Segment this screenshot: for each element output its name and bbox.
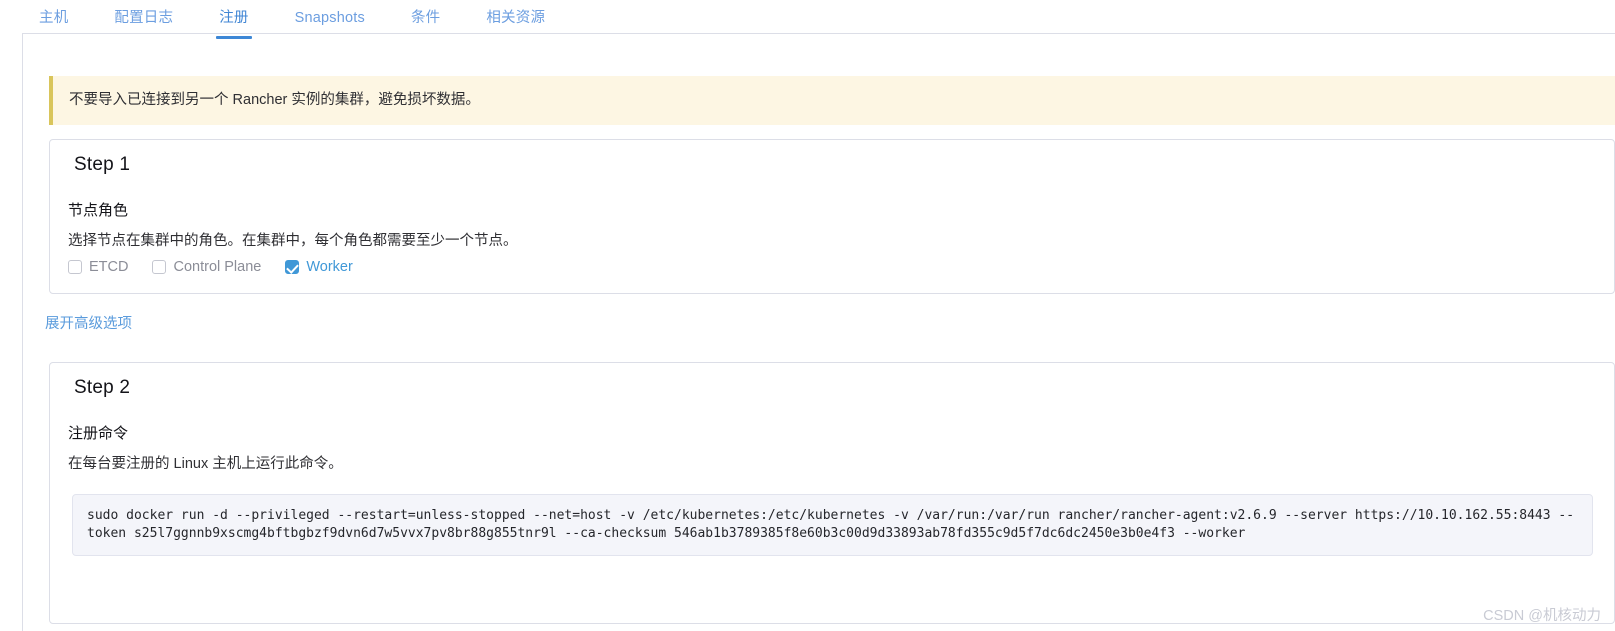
tab-related-resources[interactable]: 相关资源 — [486, 0, 545, 38]
main-content: 不要导入已连接到另一个 Rancher 实例的集群，避免损坏数据。 Step 1… — [23, 34, 1615, 631]
checkbox-control-plane-label: Control Plane — [173, 259, 262, 275]
checkbox-worker-label: Worker — [306, 259, 353, 275]
tab-config-logs[interactable]: 配置日志 — [114, 0, 173, 38]
step2-title: Step 2 — [74, 377, 131, 398]
registration-command-code[interactable]: sudo docker run -d --privileged --restar… — [72, 494, 1593, 556]
tab-bar: 主机 配置日志 注册 Snapshots 条件 相关资源 — [23, 0, 1615, 38]
registration-command-label: 注册命令 — [68, 425, 129, 442]
step2-panel: Step 2 注册命令 在每台要注册的 Linux 主机上运行此命令。 sudo… — [49, 362, 1615, 624]
registration-command-description: 在每台要注册的 Linux 主机上运行此命令。 — [68, 456, 343, 472]
left-rail — [0, 0, 23, 631]
checkbox-etcd[interactable]: ETCD — [68, 260, 128, 275]
checkbox-control-plane[interactable]: Control Plane — [152, 260, 261, 275]
tab-registration[interactable]: 注册 — [216, 0, 253, 38]
node-role-description: 选择节点在集群中的角色。在集群中，每个角色都需要至少一个节点。 — [68, 233, 518, 249]
checkbox-etcd-label: ETCD — [89, 259, 129, 275]
checkbox-box-icon — [152, 260, 167, 275]
tab-snapshots[interactable]: Snapshots — [295, 0, 365, 38]
checkbox-box-icon — [68, 260, 82, 275]
step1-title: Step 1 — [74, 154, 131, 175]
warning-banner: 不要导入已连接到另一个 Rancher 实例的集群，避免损坏数据。 — [49, 76, 1615, 126]
node-role-checkbox-group: ETCD Control Plane Worker — [68, 260, 377, 275]
warning-banner-text: 不要导入已连接到另一个 Rancher 实例的集群，避免损坏数据。 — [69, 92, 480, 108]
step1-panel: Step 1 节点角色 选择节点在集群中的角色。在集群中，每个角色都需要至少一个… — [49, 139, 1615, 294]
check-icon — [286, 260, 299, 274]
expand-advanced-options-link[interactable]: 展开高级选项 — [45, 316, 132, 333]
node-role-label: 节点角色 — [68, 202, 129, 219]
page-root: 主机 配置日志 注册 Snapshots 条件 相关资源 不要导入已连接到另一个… — [0, 0, 1615, 631]
tab-hosts[interactable]: 主机 — [39, 0, 68, 38]
checkbox-box-icon — [285, 260, 300, 275]
tab-conditions[interactable]: 条件 — [411, 0, 440, 38]
checkbox-worker[interactable]: Worker — [285, 259, 353, 275]
watermark: CSDN @机核动力 — [1483, 607, 1601, 624]
